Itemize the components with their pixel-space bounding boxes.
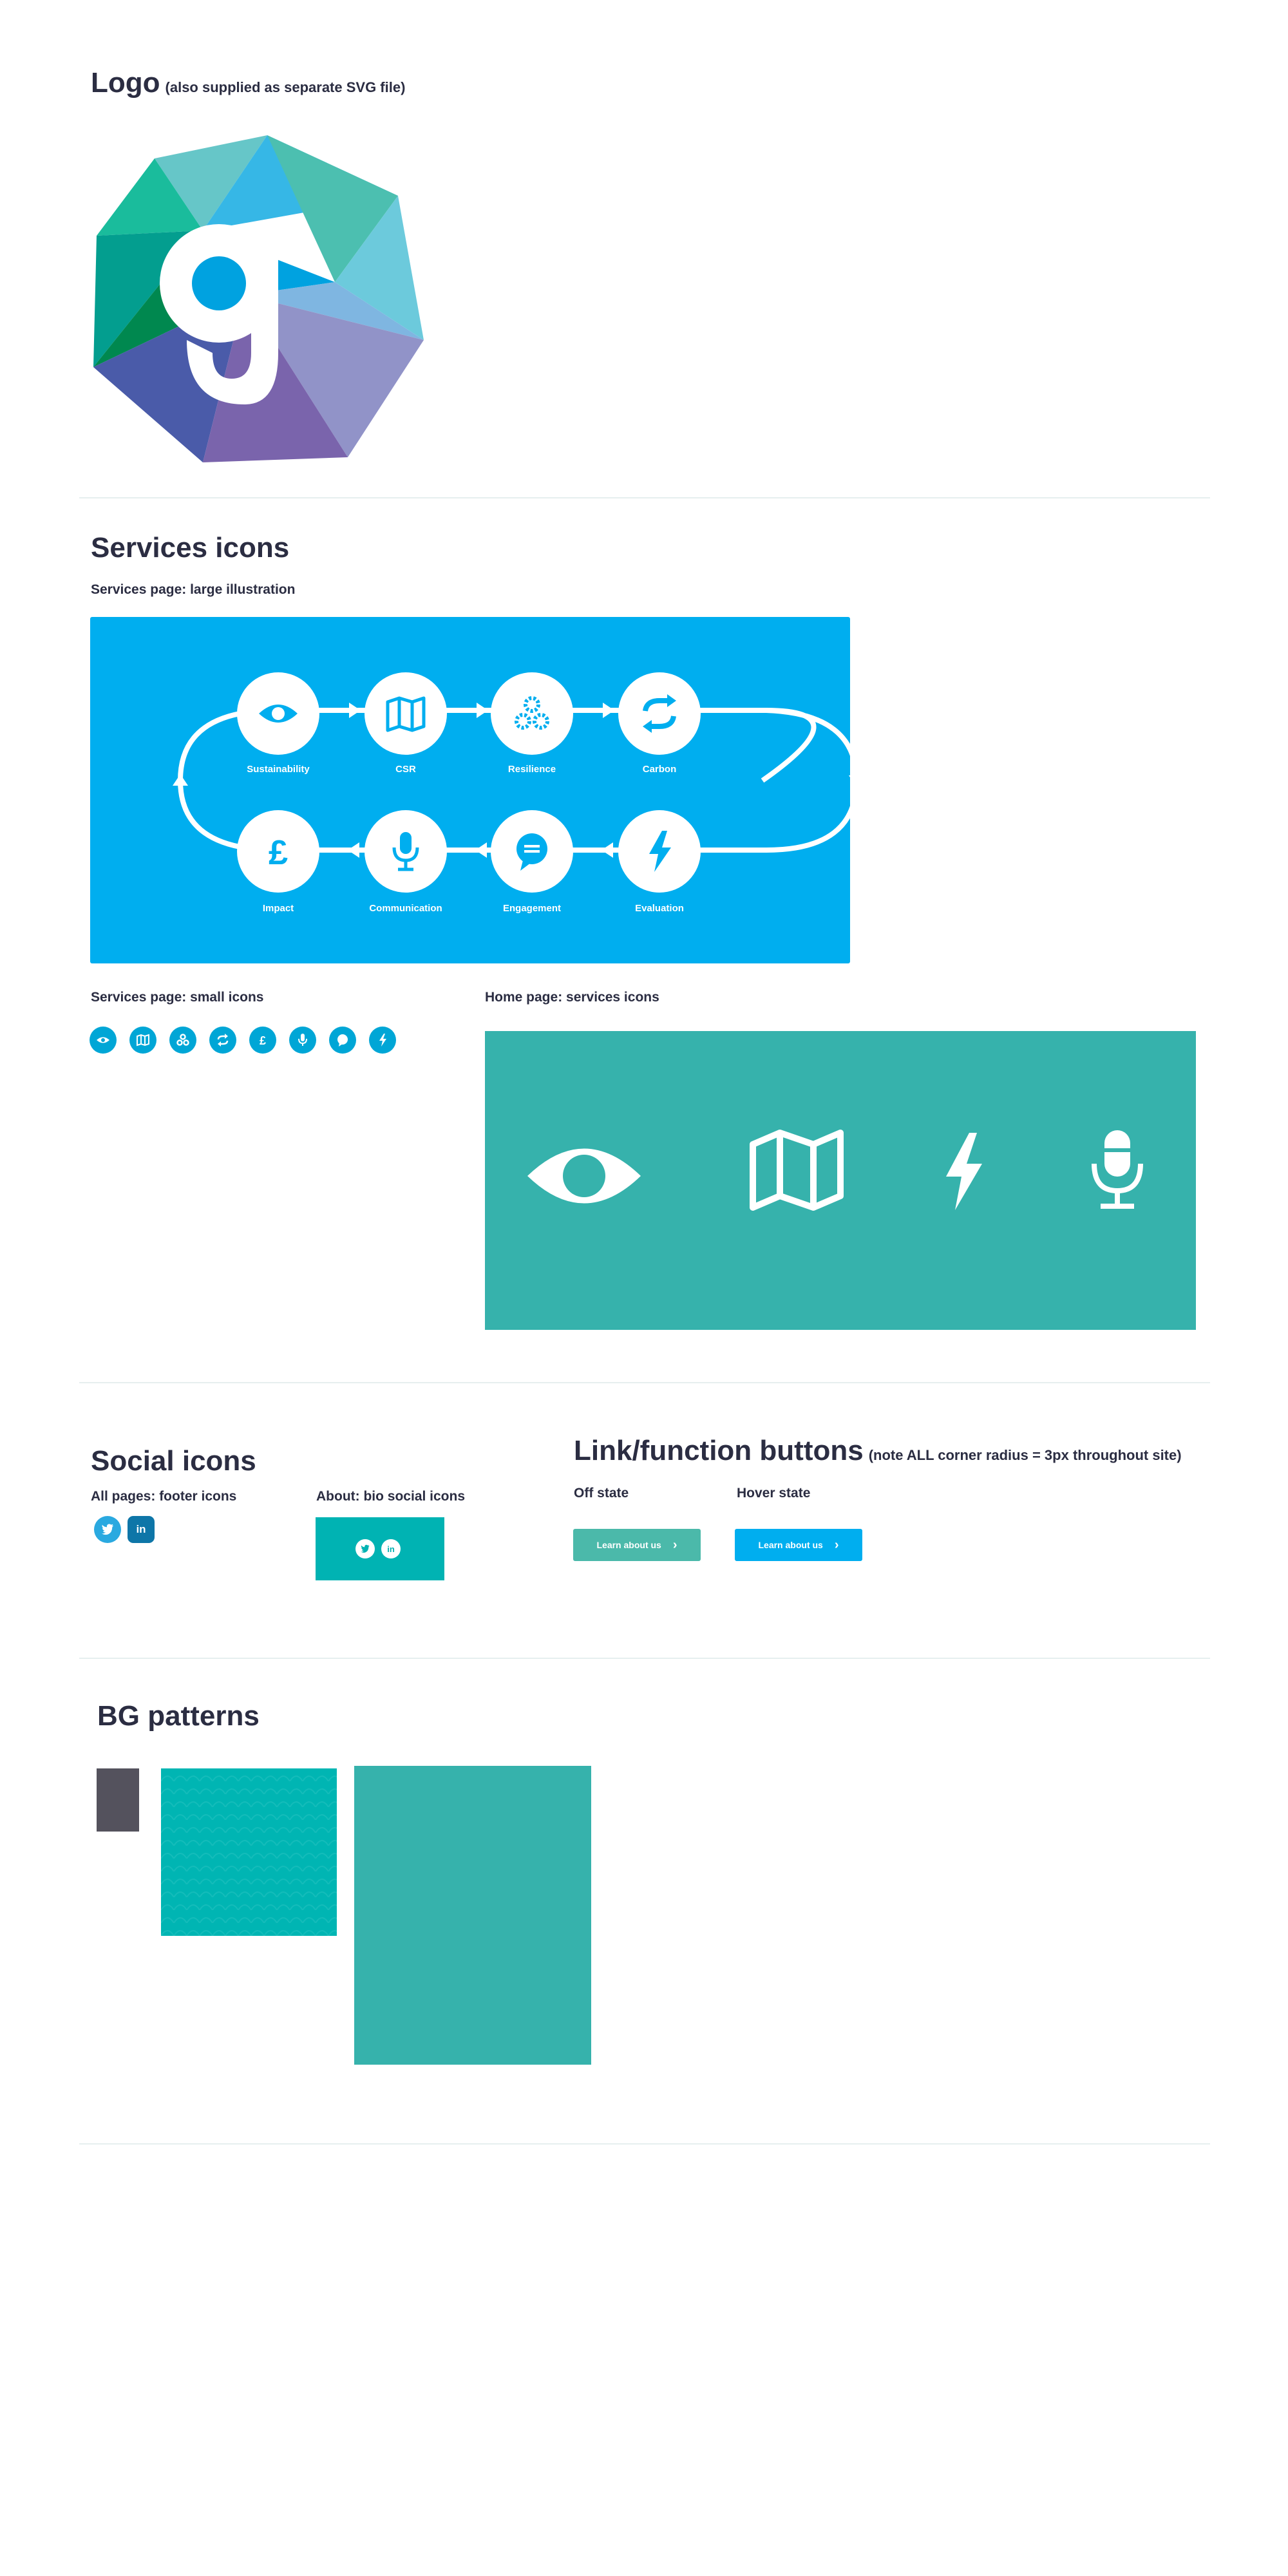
services-illustration: £ Sustainability CSR Resilience Carbon I… xyxy=(90,617,850,963)
service-label-resilience: Resilience xyxy=(507,764,556,775)
footer-linkedin-icon[interactable]: in xyxy=(128,1516,155,1543)
service-label-impact: Impact xyxy=(262,903,294,914)
social-section-title: Social icons xyxy=(91,1445,256,1477)
bio-social-panel: in xyxy=(316,1517,444,1580)
pattern-swatch-teal xyxy=(354,1766,591,2065)
service-label-engagement: Engagement xyxy=(502,903,561,914)
lightning-icon xyxy=(649,831,671,872)
service-node-impact: £ xyxy=(237,810,319,893)
service-node-resilience xyxy=(491,672,573,755)
svg-text:£: £ xyxy=(269,833,288,872)
chevron-right-icon: › xyxy=(834,1537,839,1552)
social-footer-label: All pages: footer icons xyxy=(91,1489,237,1504)
patterns-section-title: BG patterns xyxy=(97,1700,260,1732)
section-divider xyxy=(79,1382,1210,1383)
small-refresh-icon xyxy=(209,1027,236,1054)
service-label-carbon: Carbon xyxy=(642,764,677,775)
microphone-icon xyxy=(392,832,419,871)
service-node-csr xyxy=(365,672,447,755)
home-eye-icon xyxy=(527,1148,641,1204)
home-lightning-icon xyxy=(946,1133,982,1210)
eye-icon xyxy=(259,705,298,723)
home-microphone-icon xyxy=(1092,1130,1143,1209)
service-label-evaluation: Evaluation xyxy=(635,903,684,914)
service-label-sustainability: Sustainability xyxy=(247,764,310,775)
small-map-icon xyxy=(129,1027,156,1054)
home-map-icon xyxy=(750,1130,844,1211)
bio-twitter-icon[interactable] xyxy=(355,1539,375,1558)
twitter-icon xyxy=(361,1544,370,1553)
services-small-label: Services page: small icons xyxy=(91,990,264,1005)
button-label: Learn about us xyxy=(596,1540,661,1550)
pound-icon: £ xyxy=(269,833,288,872)
linkedin-icon: in xyxy=(387,1544,395,1554)
chat-icon xyxy=(516,833,547,871)
section-divider xyxy=(79,2143,1210,2145)
service-node-sustainability xyxy=(237,672,319,755)
service-node-evaluation xyxy=(618,810,701,893)
pattern-swatch-dark xyxy=(97,1768,139,1832)
small-microphone-icon xyxy=(289,1027,316,1054)
logo-section-title: Logo (also supplied as separate SVG file) xyxy=(91,67,405,99)
service-label-csr: CSR xyxy=(395,764,416,775)
buttons-title-text: Link/function buttons xyxy=(574,1435,864,1466)
chevron-right-icon: › xyxy=(672,1537,677,1552)
buttons-note: (note ALL corner radius = 3px throughout… xyxy=(868,1447,1182,1463)
section-divider xyxy=(79,1658,1210,1659)
small-eye-icon xyxy=(90,1027,117,1054)
company-logo xyxy=(93,135,424,462)
logo-note: (also supplied as separate SVG file) xyxy=(165,79,406,95)
small-lightning-icon xyxy=(369,1027,396,1054)
pattern-swatch-teal-waves xyxy=(161,1768,337,1936)
service-node-communication xyxy=(365,810,447,893)
services-large-label: Services page: large illustration xyxy=(91,582,296,597)
small-chat-icon xyxy=(329,1027,356,1054)
hover-state-label: Hover state xyxy=(737,1486,811,1501)
gears-icon xyxy=(515,696,549,730)
footer-twitter-icon[interactable] xyxy=(94,1516,121,1543)
map-icon xyxy=(386,696,426,732)
linkedin-icon: in xyxy=(136,1523,146,1535)
home-services-panel xyxy=(485,1031,1196,1330)
service-node-engagement xyxy=(491,810,573,893)
services-home-label: Home page: services icons xyxy=(485,990,659,1005)
service-label-communication: Communication xyxy=(369,903,442,914)
buttons-section-title: Link/function buttons (note ALL corner ra… xyxy=(574,1435,1182,1467)
small-pound-icon: £ xyxy=(249,1027,276,1054)
social-bio-label: About: bio social icons xyxy=(316,1489,466,1504)
small-gears-icon xyxy=(169,1027,196,1054)
twitter-icon xyxy=(101,1524,114,1535)
button-label: Learn about us xyxy=(758,1540,823,1550)
bio-linkedin-icon[interactable]: in xyxy=(381,1539,401,1558)
refresh-icon xyxy=(643,694,676,733)
service-node-carbon xyxy=(618,672,701,755)
learn-about-us-button-hover[interactable]: Learn about us › xyxy=(735,1529,862,1561)
off-state-label: Off state xyxy=(574,1486,629,1501)
logo-title-text: Logo xyxy=(91,67,160,99)
svg-text:£: £ xyxy=(260,1034,266,1047)
section-divider xyxy=(79,497,1210,498)
services-section-title: Services icons xyxy=(91,532,290,564)
learn-about-us-button-off[interactable]: Learn about us › xyxy=(573,1529,701,1561)
